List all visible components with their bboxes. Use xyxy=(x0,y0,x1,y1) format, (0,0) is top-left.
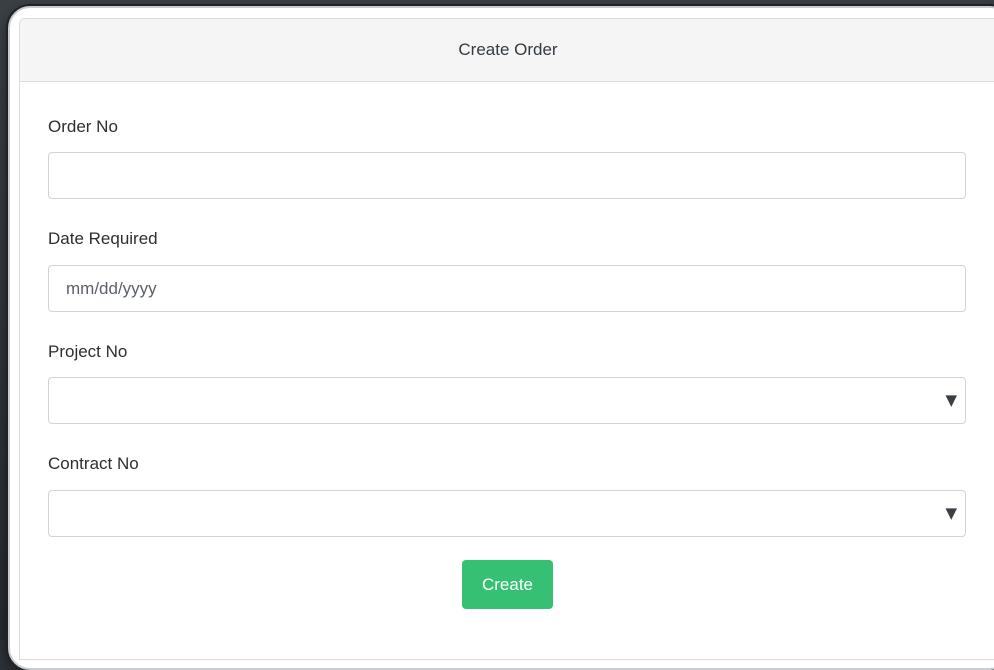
card-header: Create Order xyxy=(20,19,994,82)
contract-no-label: Contract No xyxy=(48,454,139,473)
order-no-label: Order No xyxy=(48,117,118,136)
card-title: Create Order xyxy=(458,40,558,59)
create-button[interactable]: Create xyxy=(462,560,553,609)
project-no-select[interactable]: ▼ xyxy=(48,377,966,424)
project-no-label: Project No xyxy=(48,342,128,361)
caret-down-icon: ▼ xyxy=(945,391,957,409)
window-frame: Create Order Order No Date Required Proj… xyxy=(8,6,994,670)
date-required-input[interactable] xyxy=(48,265,966,312)
create-order-card: Create Order Order No Date Required Proj… xyxy=(19,18,994,660)
date-required-label: Date Required xyxy=(48,229,158,248)
caret-down-icon: ▼ xyxy=(945,504,957,522)
order-no-input[interactable] xyxy=(48,152,966,199)
contract-no-select[interactable]: ▼ xyxy=(48,490,966,537)
